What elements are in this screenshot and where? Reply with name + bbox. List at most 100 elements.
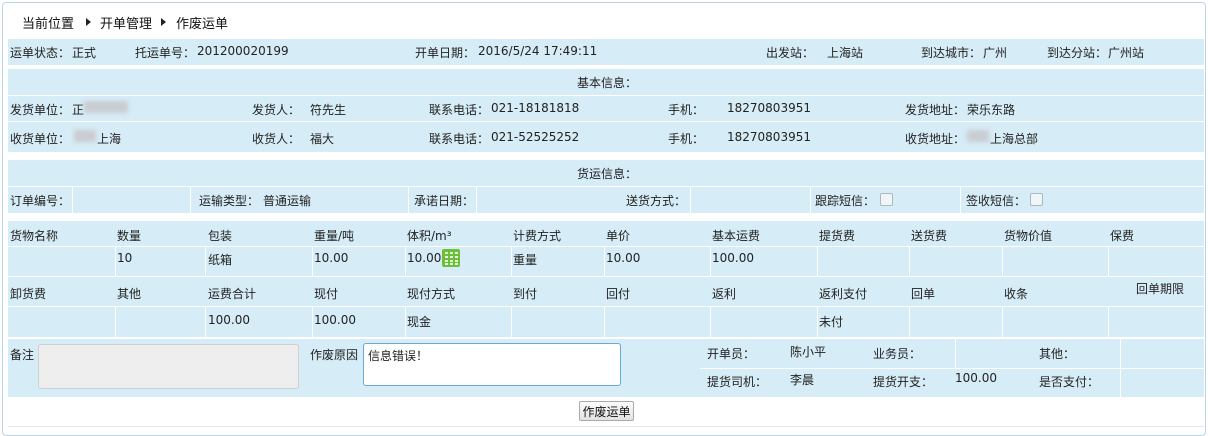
cell-divider [955,339,956,368]
cell-divider [604,246,605,276]
waybill-value: 201200020199 [197,44,289,58]
date-label: 开单日期： [415,46,476,60]
goods-header-insurance: 保费 [1110,229,1135,243]
void-reason-label: 作废原因 [310,348,359,362]
shipper-phone-label: 联系电话： [429,103,490,117]
creator-value: 陈小平 [790,345,827,359]
row-divider [8,276,1204,277]
fee-header-pay-on-arrival: 到付 [513,287,538,301]
cell-divider [205,306,206,337]
breadcrumb-arrow-icon [161,18,166,26]
bottom-divider [8,426,1204,427]
cell-divider [817,246,818,276]
cell-divider [405,306,406,337]
cell-divider [817,306,818,337]
cell-divider [1108,306,1109,337]
goods-header-weight: 重量/吨 [314,229,355,243]
sign-sms-label: 签收短信： [966,194,1027,208]
cell-divider [476,187,477,213]
date-value: 2016/5/24 17:49:11 [478,44,598,58]
pickup-cost-value: 100.00 [955,371,997,385]
goods-header-base-freight: 基本运费 [712,229,761,243]
void-reason-input[interactable]: 信息错误！ [363,343,621,386]
cell-divider [1108,246,1109,276]
waybill-label: 托运单号： [135,46,196,60]
fee-header-other: 其他 [117,287,142,301]
origin-value: 上海站 [827,46,864,60]
goods-volume-value: 10.00 [407,251,442,265]
fee-header-rebate-payment: 返利支付 [819,287,868,301]
receiver-person-label: 收货人： [252,132,301,146]
cell-divider [511,246,512,276]
goods-header-cargo-value: 货物价值 [1004,229,1053,243]
shipper-address-value: 荣乐东路 [967,103,1016,117]
salesman-label: 业务员： [873,347,922,361]
cell-divider [312,306,313,337]
basic-info-header: 基本信息： [577,76,638,90]
creator-label: 开单员： [707,347,756,361]
fee-header-pay-back: 回付 [606,287,631,301]
goods-header-name: 货物名称 [10,229,59,243]
fee-header-receipt-note: 收条 [1004,287,1029,301]
transport-type-value[interactable]: 普通运输 [263,192,311,209]
status-value: 正式 [72,46,97,60]
pickup-driver-label: 提货司机： [707,375,768,389]
redacted-mask [84,101,128,113]
delivery-method-label: 送货方式： [626,194,687,208]
cell-divider [511,306,512,337]
origin-label: 出发站： [766,46,815,60]
goods-package-value: 纸箱 [208,253,233,267]
cell-divider [205,246,206,276]
track-sms-checkbox[interactable] [880,193,893,206]
cell-divider [1002,306,1003,337]
goods-header-package: 包装 [208,229,233,243]
cell-divider [408,187,409,213]
volume-calculator-icon[interactable] [442,249,460,267]
goods-header-pickup-fee: 提货费 [819,229,856,243]
cell-divider [190,187,191,213]
row-divider [8,121,1204,122]
receiver-unit-value: 上海 [97,132,122,146]
shipper-mobile-label: 手机： [668,103,705,117]
redacted-mask [967,130,989,142]
shipper-person-label: 发货人： [252,103,301,117]
shipper-unit-label: 发货单位： [10,103,71,117]
fee-header-unloading: 卸货费 [10,287,47,301]
fee-header-cash-pay: 现付 [314,287,339,301]
cell-divider [1120,339,1121,397]
goods-base-freight-value: 100.00 [712,251,754,265]
shipper-phone-value: 021-18181818 [491,101,580,115]
void-waybill-button[interactable]: 作废运单 [579,401,634,421]
breadcrumb-current-location: 当前位置 [22,17,75,32]
goods-header-volume: 体积/m³ [407,229,452,243]
row-divider [700,368,1204,369]
shipper-address-label: 发货地址： [905,103,966,117]
cell-divider [312,246,313,276]
rebate-payment-value: 未付 [819,315,844,329]
receiver-phone-label: 联系电话： [429,132,490,146]
cell-divider [1002,246,1003,276]
goods-weight-value: 10.00 [314,251,349,265]
redacted-mask [74,130,96,142]
cargo-info-header: 货运信息： [577,167,638,181]
pickup-cost-label: 提货开支： [873,375,934,389]
receiver-address-value: 上海总部 [990,132,1039,146]
breadcrumb-arrow-icon [86,18,91,26]
memo-field [38,344,299,389]
dest-branch-label: 到达分站： [1047,46,1108,60]
dest-city-label: 到达城市： [921,46,982,60]
cell-divider [710,306,711,337]
row-divider [8,306,1204,307]
transport-type-label: 运输类型： [199,194,260,208]
cell-divider [604,306,605,337]
breadcrumb-billing-management[interactable]: 开单管理 [100,13,152,32]
receiver-person-value: 福大 [310,132,335,146]
cell-divider [960,187,961,213]
sign-sms-checkbox[interactable] [1030,193,1043,206]
dest-branch-value: 广州站 [1108,46,1145,60]
cell-divider [115,246,116,276]
fee-header-return-receipt: 回单 [911,287,936,301]
cell-divider [909,306,910,337]
memo-label: 备注 [10,348,35,362]
order-number-label: 订单编号： [10,194,71,208]
